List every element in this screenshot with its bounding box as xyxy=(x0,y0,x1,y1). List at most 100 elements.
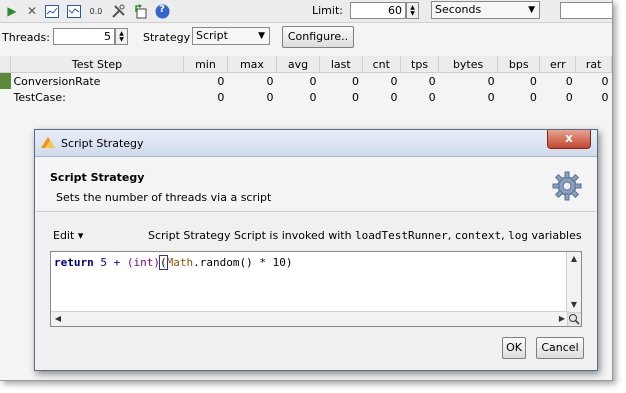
table-header-row: Test Step min max avg last cnt tps bytes… xyxy=(0,56,612,73)
value-cell: 0 xyxy=(352,90,360,104)
value-cell: 0 xyxy=(529,74,537,88)
cancel-button[interactable]: Cancel xyxy=(536,337,584,359)
column-header[interactable]: last xyxy=(319,56,363,73)
ok-button[interactable]: OK xyxy=(502,337,526,359)
dialog-title: Script Strategy xyxy=(61,137,144,150)
script-code[interactable]: return 5 + (int)(Math.random() * 10) xyxy=(54,255,293,270)
value-cell: 0 xyxy=(487,74,495,88)
table-row[interactable]: TestCase: 0 0 0 0 0 0 0 0 0 0 xyxy=(0,89,612,105)
value-cell: 0 xyxy=(309,74,317,88)
dialog-titlebar: Script Strategy x xyxy=(35,130,597,157)
chart-icon[interactable] xyxy=(44,3,60,19)
statistics-table: Test Step min max avg last cnt tps bytes… xyxy=(0,56,612,105)
close-icon: x xyxy=(565,131,573,145)
variable-name: log xyxy=(508,229,528,242)
column-header[interactable]: avg xyxy=(276,56,321,73)
toolbar: ▶ ✕ 0.0 ? Limit: 60 ▲ ▼ Seconds ▼ xyxy=(0,0,612,23)
value-cell: 0 xyxy=(390,74,398,88)
script-editor[interactable]: return 5 + (int)(Math.random() * 10) ▲ ▼… xyxy=(50,251,582,327)
threads-stepper[interactable]: ▲ ▼ xyxy=(115,28,128,45)
code-number: 5 xyxy=(93,256,114,269)
export-icon[interactable] xyxy=(132,3,148,19)
value-cell: 0 xyxy=(352,74,360,88)
run-icon[interactable]: ▶ xyxy=(4,3,20,19)
value-cell: 0 xyxy=(266,74,274,88)
variable-name: loadTestRunner xyxy=(355,229,448,242)
vertical-scrollbar[interactable]: ▲ ▼ xyxy=(566,252,581,312)
column-header[interactable]: max xyxy=(227,56,277,73)
value-cell: 0 xyxy=(217,90,225,104)
value-cell: 0 xyxy=(529,90,537,104)
threads-input[interactable]: 5 xyxy=(53,28,115,45)
limit-label: Limit: xyxy=(312,4,343,17)
strategy-value: Script xyxy=(196,29,228,42)
value-cell: 0 xyxy=(217,74,225,88)
separator: , xyxy=(447,229,455,242)
column-header[interactable]: bytes xyxy=(438,56,499,73)
scroll-up-icon[interactable]: ▲ xyxy=(568,253,580,265)
horizontal-scrollbar[interactable]: ◀ ▶ xyxy=(51,311,569,326)
column-header[interactable]: bps xyxy=(497,56,541,73)
help-glyph: ? xyxy=(159,4,165,15)
cancel-icon[interactable]: ✕ xyxy=(24,3,40,19)
value-cell: 0 xyxy=(390,90,398,104)
strategy-select[interactable]: Script ▼ xyxy=(192,27,270,45)
limit-input[interactable]: 60 xyxy=(350,2,406,19)
gear-icon xyxy=(552,171,582,204)
chevron-down-icon: ▼ xyxy=(528,5,535,15)
limit-unit-select[interactable]: Seconds ▼ xyxy=(431,1,540,19)
chevron-down-icon: ▼ xyxy=(258,31,265,41)
configure-button[interactable]: Configure.. xyxy=(282,26,354,48)
code-caret-paren: ( xyxy=(159,255,168,270)
step-name-cell: TestCase: xyxy=(13,90,66,104)
soapui-logo-icon xyxy=(40,135,56,152)
code-cast: (int) xyxy=(126,256,160,269)
strategy-label: Strategy xyxy=(143,31,191,44)
reset-icon[interactable]: 0.0 xyxy=(88,3,104,19)
graph-icon[interactable] xyxy=(66,3,82,19)
edit-menu-label: Edit xyxy=(53,229,75,242)
code-class: Math xyxy=(166,256,194,269)
row-marker xyxy=(0,89,11,105)
chevron-down-icon: ▾ xyxy=(77,229,84,242)
scroll-left-icon[interactable]: ◀ xyxy=(52,313,64,325)
value-cell: 0 xyxy=(601,90,609,104)
help-icon[interactable]: ? xyxy=(154,3,170,19)
variable-name: context xyxy=(454,229,502,242)
column-header[interactable]: err xyxy=(539,56,577,73)
code-keyword: return xyxy=(54,256,94,269)
value-cell: 0 xyxy=(565,74,573,88)
close-button[interactable]: x xyxy=(547,130,591,149)
info-text: Script Strategy Script is invoked with xyxy=(148,229,356,242)
code-rest: .random() * 10) xyxy=(193,256,293,269)
dialog-header-description: Sets the number of threads via a script xyxy=(56,191,272,204)
dialog-header-title: Script Strategy xyxy=(50,171,145,184)
zoom-icon[interactable] xyxy=(567,312,581,326)
tools-icon[interactable] xyxy=(110,3,126,19)
code-operator: + xyxy=(113,256,127,269)
marker-column-header xyxy=(0,56,11,73)
column-header[interactable]: min xyxy=(183,56,228,73)
column-header[interactable]: tps xyxy=(400,56,440,73)
value-cell: 0 xyxy=(601,74,609,88)
info-tail: variables xyxy=(528,229,582,242)
threads-label: Threads: xyxy=(2,31,50,44)
limit-stepper[interactable]: ▲ ▼ xyxy=(406,2,419,19)
script-strategy-dialog: Script Strategy x Script Strategy Sets t… xyxy=(34,129,598,371)
column-header[interactable]: cnt xyxy=(362,56,402,73)
value-cell: 0 xyxy=(428,90,436,104)
dialog-header-panel: Script Strategy Sets the number of threa… xyxy=(36,157,596,212)
value-cell: 0 xyxy=(266,90,274,104)
row-marker xyxy=(0,72,11,89)
limit-unit-value: Seconds xyxy=(435,3,482,16)
scroll-down-icon[interactable]: ▼ xyxy=(568,299,580,311)
table-row[interactable]: ConversionRate 0 0 0 0 0 0 0 0 0 0 xyxy=(0,72,612,89)
column-header[interactable]: rat xyxy=(575,56,612,73)
edit-menu[interactable]: Edit ▾ xyxy=(53,229,83,242)
progress-field xyxy=(560,2,612,19)
value-cell: 0 xyxy=(309,90,317,104)
value-cell: 0 xyxy=(487,90,495,104)
value-cell: 0 xyxy=(428,74,436,88)
column-header[interactable]: Test Step xyxy=(10,56,184,73)
step-name-cell: ConversionRate xyxy=(13,74,101,88)
